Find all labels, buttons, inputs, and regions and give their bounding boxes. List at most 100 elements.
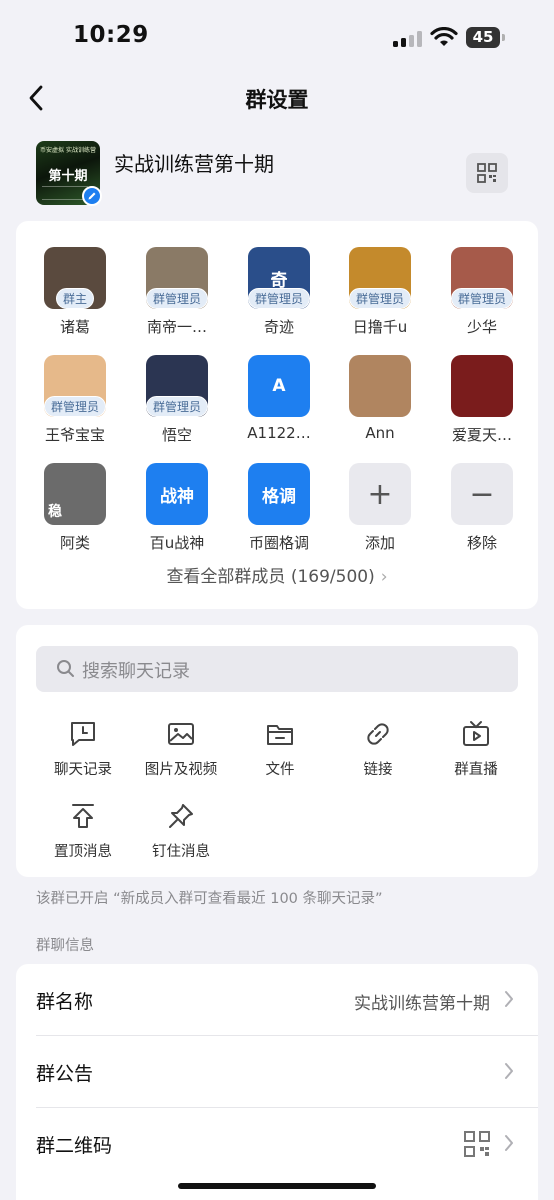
cover-top-text: 币安虚拟 实战训练营 [40, 147, 96, 154]
tool-live-tv[interactable]: 群直播 [425, 717, 527, 779]
member-item[interactable]: 群管理员日撸千u [329, 247, 431, 337]
wifi-icon [430, 27, 458, 46]
battery-tip [502, 34, 505, 41]
member-avatar-image: A [248, 355, 310, 417]
signal-icon [393, 30, 423, 47]
search-input[interactable]: 搜索聊天记录 [36, 646, 518, 692]
group-info-card: 群名称 实战训练营第十期 群公告 群二维码 [16, 964, 538, 1200]
row-label: 群名称 [36, 991, 94, 1013]
history-notice: 该群已开启 “新成员入群可查看最近 100 条聊天记录” [36, 891, 383, 907]
member-nickname: 爱夏天… [451, 426, 512, 444]
status-time: 10:29 [73, 22, 149, 48]
qr-code-icon [464, 1131, 490, 1157]
search-placeholder: 搜索聊天记录 [82, 661, 190, 682]
member-nickname: 日撸千u [352, 318, 408, 336]
member-nickname: 奇迹 [263, 318, 294, 336]
tools-card: 搜索聊天记录 聊天记录 图片及视频 文件 链接 群直播置顶消息 钉住消息 [16, 625, 538, 877]
tool-label: 文件 [265, 762, 295, 778]
member-nickname: 南帝一… [146, 318, 207, 336]
member-avatar: 战神 [146, 463, 208, 525]
cover-main-text: 第十期 [48, 169, 88, 184]
chevron-right-icon: › [380, 567, 388, 587]
role-badge: 群主 [55, 288, 95, 309]
member-item[interactable]: 稳阿类 [24, 463, 126, 553]
image-icon [130, 717, 232, 751]
tool-image[interactable]: 图片及视频 [130, 717, 232, 779]
member-avatar-image [451, 355, 513, 417]
role-badge: 群管理员 [145, 396, 209, 417]
member-avatar: 群主 [44, 247, 106, 309]
member-item[interactable]: 奇群管理员 奇迹 [228, 247, 330, 337]
member-avatar-image [349, 355, 411, 417]
live-tv-icon [425, 717, 527, 751]
add-member-button[interactable]: + 添加 [329, 463, 431, 553]
member-nickname: 少华 [466, 318, 497, 336]
member-avatar: 群管理员 [145, 355, 209, 417]
member-item[interactable]: 群管理员 悟空 [126, 355, 228, 445]
member-item[interactable]: 群主 诸葛 [24, 247, 126, 337]
page-title: 群设置 [245, 88, 309, 112]
member-item[interactable]: Ann [329, 355, 431, 442]
member-avatar: 群管理员 [43, 355, 107, 417]
status-bar: 10:29 45 [0, 0, 554, 72]
view-all-text: 查看全部群成员 (169/500) [166, 567, 375, 587]
row-value: 实战训练营第十期 [354, 994, 490, 1014]
member-item[interactable]: 群管理员 少华 [431, 247, 533, 337]
member-item[interactable]: A A1122… [228, 355, 330, 442]
qr-code-button[interactable] [466, 153, 508, 193]
group-announcement-row[interactable]: 群公告 [16, 1036, 538, 1108]
group-name: 实战训练营第十期 [114, 152, 274, 176]
member-item[interactable]: 格调 币圈格调 [228, 463, 330, 553]
member-avatar: 格调 [248, 463, 310, 525]
member-avatar: 奇群管理员 [247, 247, 311, 309]
folder-icon [229, 717, 331, 751]
tool-label: 图片及视频 [144, 762, 218, 778]
chevron-right-icon [505, 991, 513, 1007]
member-item[interactable]: 战神百u战神 [126, 463, 228, 553]
link-icon [327, 717, 429, 751]
member-avatar-image: 格调 [248, 463, 310, 525]
row-label: 群公告 [36, 1063, 94, 1085]
minus-symbol: − [451, 463, 513, 525]
tool-pin-top[interactable]: 置顶消息 [32, 799, 134, 861]
tool-label: 链接 [363, 762, 393, 778]
member-item[interactable]: 爱夏天… [431, 355, 533, 445]
tool-pushpin[interactable]: 钉住消息 [130, 799, 232, 861]
member-item[interactable]: 群管理员 王爷宝宝 [24, 355, 126, 445]
tool-label: 聊天记录 [54, 762, 112, 778]
member-nickname: 王爷宝宝 [44, 426, 105, 444]
member-avatar-image: 战神 [146, 463, 208, 525]
remove-member-button[interactable]: − 移除 [431, 463, 533, 553]
search-icon [57, 660, 74, 677]
nav-bar: 群设置 [0, 72, 554, 124]
tool-folder[interactable]: 文件 [229, 717, 331, 779]
role-badge: 群管理员 [348, 288, 412, 309]
member-nickname: 悟空 [161, 426, 192, 444]
role-badge: 群管理员 [145, 288, 209, 309]
remove-label: 移除 [466, 534, 497, 552]
tool-link[interactable]: 链接 [327, 717, 429, 779]
plus-symbol: + [349, 463, 411, 525]
edit-avatar-button[interactable] [82, 186, 102, 206]
row-label: 群二维码 [36, 1135, 113, 1157]
section-label: 群聊信息 [36, 938, 94, 954]
member-nickname: 百u战神 [149, 534, 205, 552]
group-qr-row[interactable]: 群二维码 [16, 1108, 538, 1180]
member-item[interactable]: 群管理员南帝一… [126, 247, 228, 337]
member-avatar: 群管理员 [348, 247, 412, 309]
role-badge: 群管理员 [43, 396, 107, 417]
pencil-icon [88, 192, 96, 200]
chat-history-icon [32, 717, 134, 751]
tool-chat-history[interactable]: 聊天记录 [32, 717, 134, 779]
view-all-members-link[interactable]: 查看全部群成员 (169/500) › [16, 562, 538, 587]
member-avatar-image: 稳 [44, 463, 106, 525]
member-nickname: 阿类 [59, 534, 90, 552]
pushpin-icon [130, 799, 232, 833]
member-avatar: 群管理员 [450, 247, 514, 309]
chevron-right-icon [505, 1063, 513, 1079]
battery-icon: 45 [466, 27, 500, 48]
group-name-row[interactable]: 群名称 实战训练营第十期 [16, 964, 538, 1036]
member-avatar [451, 355, 513, 417]
home-indicator [178, 1183, 376, 1189]
minus-icon: − [451, 463, 513, 525]
